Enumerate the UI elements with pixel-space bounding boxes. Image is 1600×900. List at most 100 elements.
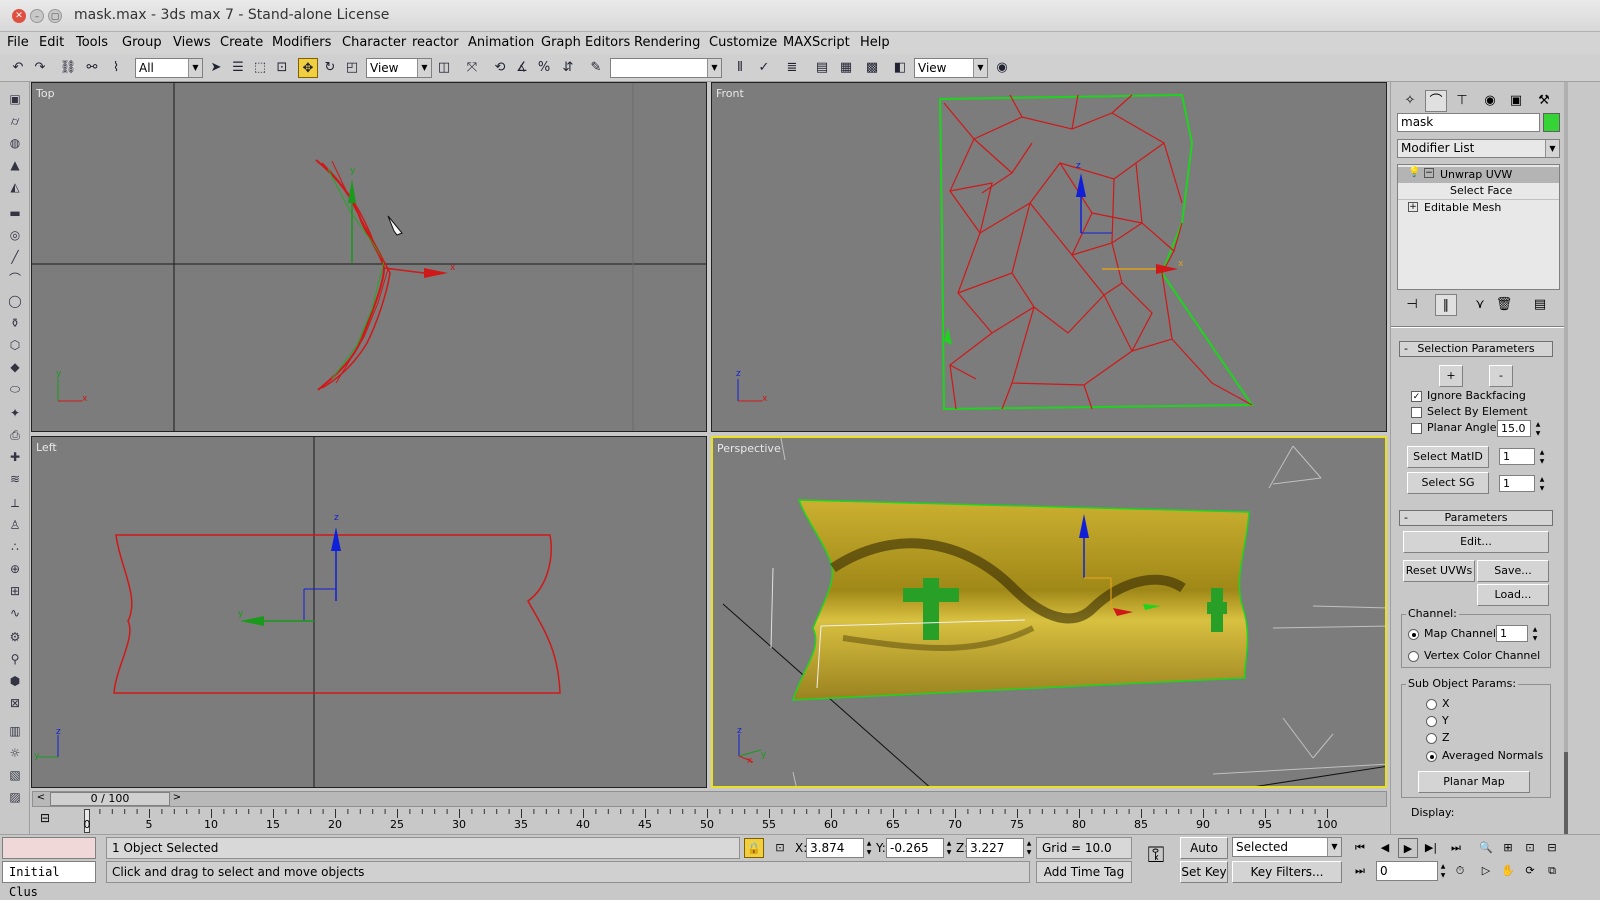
camera-icon[interactable]: ⎙	[6, 426, 24, 444]
collapse-icon[interactable]: −	[1424, 168, 1434, 178]
line-icon[interactable]: ╱	[6, 248, 24, 266]
go-to-start-icon[interactable]: ⏮	[1350, 838, 1370, 858]
play-icon[interactable]: ▶	[1398, 838, 1418, 858]
planar-angle-checkbox[interactable]	[1411, 423, 1422, 434]
minimize-window-button[interactable]: –	[30, 9, 44, 23]
layer-manager-icon[interactable]: ≣	[782, 58, 802, 78]
menu-edit[interactable]: Edit	[39, 35, 64, 50]
edit-uvw-button[interactable]: Edit...	[1403, 531, 1549, 553]
geosphere-icon[interactable]: ⬡	[6, 336, 24, 354]
planar-map-button[interactable]: Planar Map	[1418, 771, 1530, 793]
material-editor-icon[interactable]: ▩	[862, 58, 882, 78]
menu-character[interactable]: Character	[342, 35, 406, 50]
selection-filter-dropdown[interactable]: All ▼	[135, 58, 203, 78]
window-crossing-icon[interactable]: ⊡	[272, 58, 292, 78]
menu-create[interactable]: Create	[220, 35, 263, 50]
hierarchy-tab-icon[interactable]: ⊤	[1451, 90, 1473, 112]
space-warp-icon[interactable]: ≋	[6, 470, 24, 488]
add-time-tag-button[interactable]: Add Time Tag	[1036, 861, 1132, 883]
zoom-all-icon[interactable]: ⊞	[1498, 838, 1518, 858]
curve-editor-icon[interactable]: ▤	[812, 58, 832, 78]
select-and-scale-icon[interactable]: ◰	[342, 58, 362, 78]
arc-rotate-icon[interactable]: ⟳	[1520, 861, 1540, 881]
select-object-icon[interactable]: ➤	[206, 58, 226, 78]
load-uvw-button[interactable]: Load...	[1477, 584, 1549, 606]
lock-selection-icon[interactable]: 🔒	[744, 838, 764, 858]
menu-help[interactable]: Help	[860, 35, 890, 50]
zoom-icon[interactable]: 🔍	[1476, 838, 1496, 858]
biped-icon[interactable]: ♙	[6, 516, 24, 534]
render-frame-icon[interactable]: ▧	[6, 766, 24, 784]
align-icon[interactable]: ✓	[754, 58, 774, 78]
close-window-button[interactable]: ✕	[12, 9, 26, 23]
render-scene-icon[interactable]: ◧	[890, 58, 910, 78]
compound-icon[interactable]: ⊕	[6, 560, 24, 578]
stack-item-editable-mesh[interactable]: + Editable Mesh	[1398, 199, 1559, 215]
menu-reactor[interactable]: reactor	[412, 35, 459, 50]
bind-space-warp-icon[interactable]: ⌇	[106, 58, 126, 78]
key-icon[interactable]: ⚿	[1136, 843, 1176, 875]
nurbs-icon[interactable]: ∿	[6, 604, 24, 622]
align-y-radio[interactable]	[1426, 716, 1437, 727]
object-name-field[interactable]: mask	[1397, 113, 1540, 132]
render-setup-icon[interactable]: ▥	[6, 722, 24, 740]
rigid-body-icon[interactable]: ⬢	[6, 672, 24, 690]
patch-icon[interactable]: ⊞	[6, 582, 24, 600]
edit-named-selection-icon[interactable]: ✎	[586, 58, 606, 78]
undo-icon[interactable]: ↶	[8, 58, 28, 78]
select-sg-button[interactable]: Select SG	[1407, 472, 1489, 494]
command-panel-scrollbar[interactable]	[1564, 82, 1600, 834]
hedra-icon[interactable]: ◆	[6, 358, 24, 376]
auto-key-button[interactable]: Auto Key	[1180, 837, 1228, 875]
time-slider-thumb[interactable]: 0 / 100	[50, 792, 170, 806]
field-of-view-icon[interactable]: ▷	[1476, 861, 1496, 881]
menu-graph-editors[interactable]: Graph Editors	[541, 35, 630, 50]
make-unique-icon[interactable]: ⋎	[1469, 294, 1491, 316]
manipulate-icon[interactable]: ⤧	[462, 58, 482, 78]
maxscript-listener-field[interactable]	[2, 837, 96, 859]
expand-icon[interactable]: +	[1408, 202, 1418, 212]
map-channel-input[interactable]: 1	[1496, 625, 1528, 642]
pyramid-icon[interactable]: ◭	[6, 178, 24, 196]
rectangular-selection-icon[interactable]: ⬚	[250, 58, 270, 78]
select-and-link-icon[interactable]: ⛓	[58, 58, 78, 78]
menu-customize[interactable]: Customize	[709, 35, 777, 50]
matid-spinner[interactable]: ▲ ▼	[1537, 448, 1547, 467]
pivot-center-icon[interactable]: ◫	[434, 58, 454, 78]
maximize-window-button[interactable]: ▢	[48, 9, 62, 23]
menu-file[interactable]: File	[7, 35, 29, 50]
x-coord-spinner[interactable]: ▲ ▼	[864, 839, 874, 858]
stack-item-select-face[interactable]: Select Face	[1398, 183, 1559, 199]
environment-icon[interactable]: ☼	[6, 744, 24, 762]
batch-render-icon[interactable]: ▨	[6, 788, 24, 806]
time-slider[interactable]: < 0 / 100 >	[32, 789, 1387, 809]
modify-tab-icon[interactable]: ⌒	[1425, 90, 1447, 112]
plane-icon[interactable]: ▬	[6, 204, 24, 222]
parameters-rollout[interactable]: - Parameters	[1399, 510, 1553, 526]
menu-tools[interactable]: Tools	[76, 35, 108, 50]
zoom-extents-all-icon[interactable]: ⊟	[1542, 838, 1562, 858]
cone-icon[interactable]: ▲	[6, 156, 24, 174]
planar-angle-input[interactable]: 15.0	[1497, 420, 1531, 437]
set-key-button[interactable]: Set Key	[1180, 861, 1228, 883]
current-frame-input[interactable]: 0	[1376, 861, 1438, 881]
bone-icon[interactable]: ⟂	[6, 494, 24, 512]
key-mode-dropdown[interactable]: Selected ▼	[1232, 837, 1342, 857]
cylinder-icon[interactable]: ⌭	[6, 112, 24, 130]
menu-modifiers[interactable]: Modifiers	[272, 35, 331, 50]
tube-icon[interactable]: ◎	[6, 226, 24, 244]
helper-icon[interactable]: ✚	[6, 448, 24, 466]
grow-selection-button[interactable]: +	[1439, 365, 1463, 387]
shrink-selection-button[interactable]: -	[1489, 365, 1513, 387]
quick-render-icon[interactable]: ◉	[992, 58, 1012, 78]
display-tab-icon[interactable]: ▣	[1505, 90, 1527, 112]
remove-modifier-icon[interactable]: 🗑	[1493, 294, 1515, 316]
cloth-icon[interactable]: ⊠	[6, 694, 24, 712]
prev-frame-button[interactable]: <	[34, 792, 48, 806]
redo-icon[interactable]: ↷	[30, 58, 50, 78]
z-coord-input[interactable]: 3.227	[966, 838, 1024, 858]
z-coord-spinner[interactable]: ▲ ▼	[1024, 839, 1034, 858]
snap-toggle-icon[interactable]: ⟲	[490, 58, 510, 78]
named-selection-sets-dropdown[interactable]: ▼	[610, 58, 722, 78]
go-to-end-icon[interactable]: ⏭	[1446, 838, 1466, 858]
